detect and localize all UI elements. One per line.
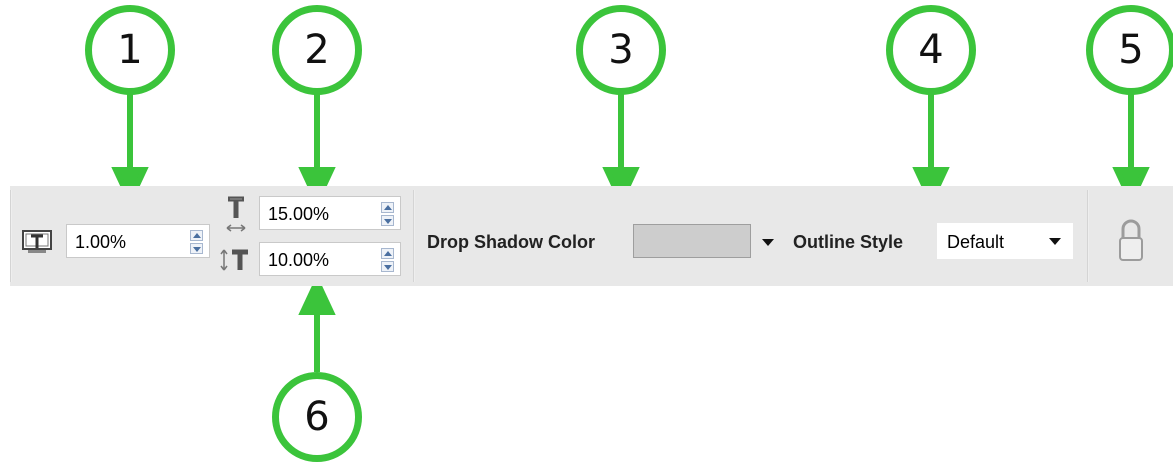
dropdown-arrow-icon[interactable] [1049, 238, 1061, 245]
second-top-spinner[interactable] [381, 202, 394, 226]
callout-5: 5 [1086, 5, 1173, 95]
toolbar-separator [1087, 190, 1089, 282]
spin-down-icon[interactable] [381, 261, 394, 272]
second-field-bottom[interactable]: 10.00% [259, 242, 401, 276]
line-spacing-icon [220, 249, 248, 271]
callout-4: 4 [886, 5, 976, 95]
text-frame-icon [22, 230, 52, 253]
spin-up-icon[interactable] [190, 230, 203, 241]
callout-1: 1 [85, 5, 175, 95]
callout-2: 2 [272, 5, 362, 95]
drop-shadow-color-swatch[interactable] [633, 224, 751, 258]
lock-icon[interactable] [1118, 218, 1144, 262]
second-field-bottom-value: 10.00% [268, 250, 330, 270]
second-field-top-value: 15.00% [268, 204, 330, 224]
dropdown-arrow-icon[interactable] [762, 239, 774, 246]
toolbar-separator [413, 190, 415, 282]
first-field-value: 1.00% [75, 232, 127, 252]
text-properties-toolbar: 1.00% 15.00% 10.00% Drop Shadow Color Ou… [10, 186, 1173, 286]
spin-down-icon[interactable] [381, 215, 394, 226]
first-field[interactable]: 1.00% [66, 224, 210, 258]
second-field-top[interactable]: 15.00% [259, 196, 401, 230]
spin-up-icon[interactable] [381, 202, 394, 213]
drop-shadow-color-label: Drop Shadow Color [427, 232, 595, 252]
toolbar-left-edge [10, 190, 12, 282]
outline-style-select[interactable]: Default [937, 223, 1073, 259]
callout-6: 6 [272, 372, 362, 462]
first-spinner[interactable] [190, 230, 203, 254]
spin-down-icon[interactable] [190, 243, 203, 254]
outline-style-label: Outline Style [793, 232, 904, 252]
letter-spacing-icon [226, 196, 246, 232]
spin-up-icon[interactable] [381, 248, 394, 259]
second-bottom-spinner[interactable] [381, 248, 394, 272]
callout-3: 3 [576, 5, 666, 95]
outline-style-value: Default [947, 232, 1005, 252]
